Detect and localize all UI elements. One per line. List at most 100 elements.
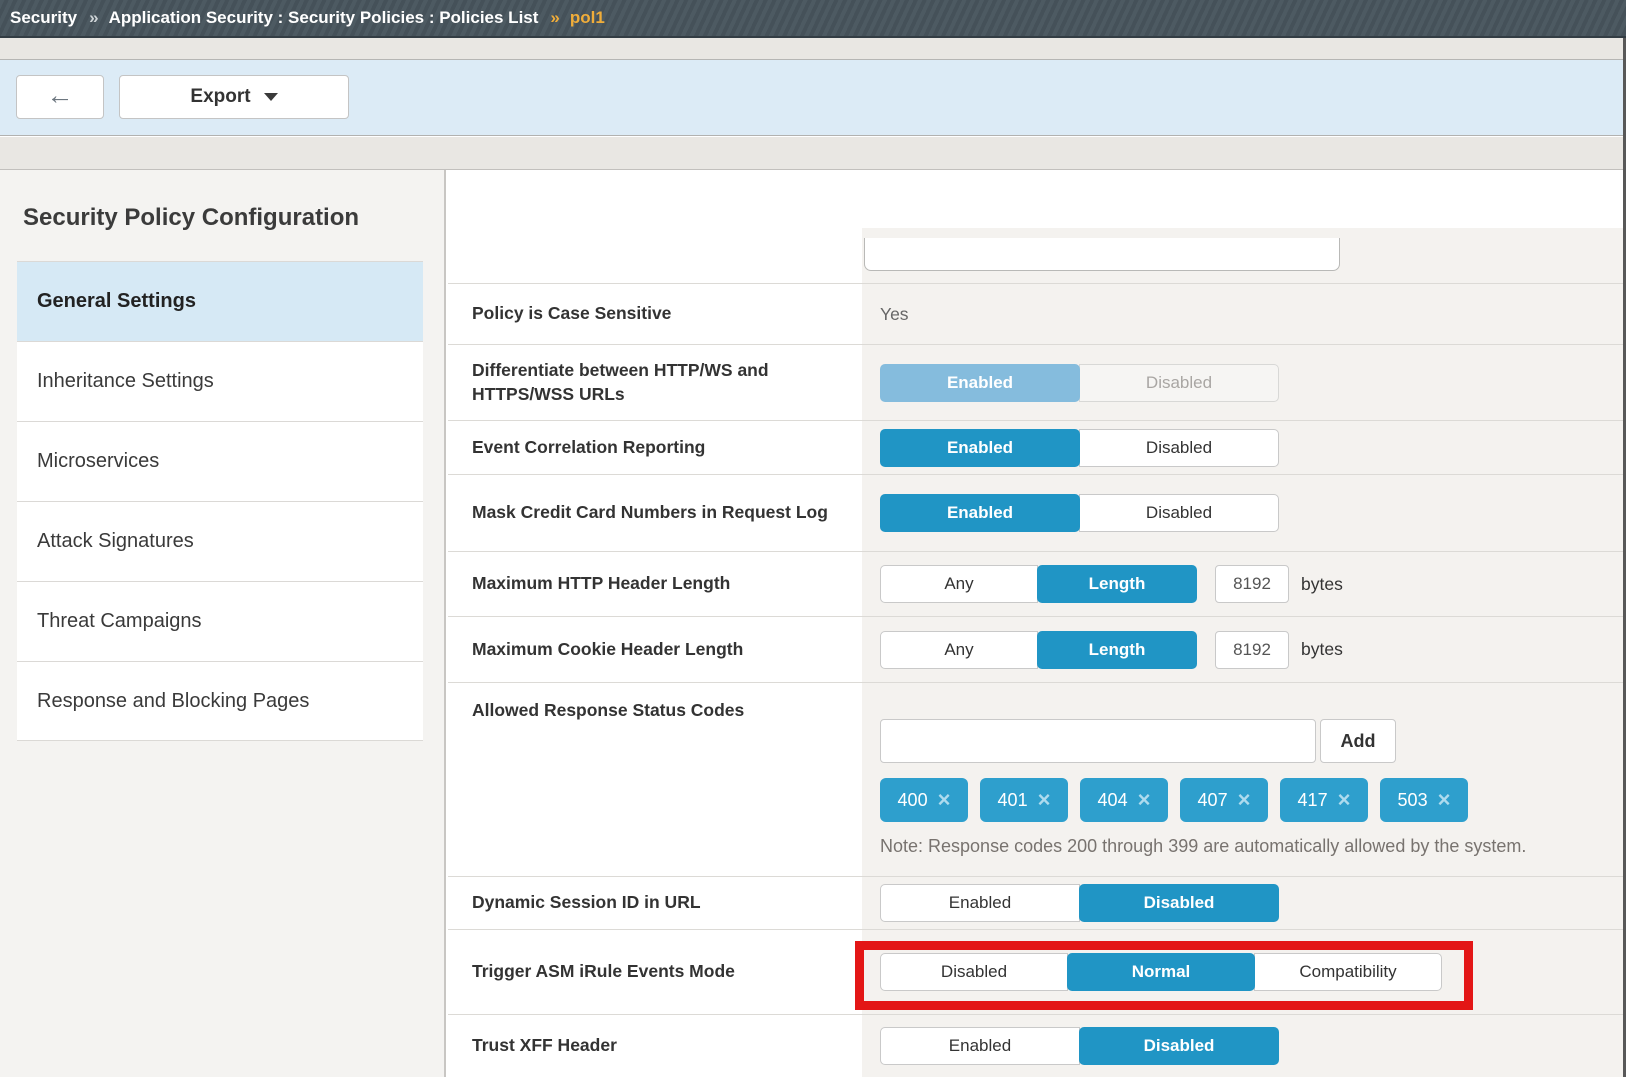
sidebar-item-threat-campaigns[interactable]: Threat Campaigns (17, 581, 423, 661)
status-codes-note: Note: Response codes 200 through 399 are… (880, 836, 1626, 857)
breadcrumb-current-item: pol1 (570, 8, 605, 28)
remove-code-icon[interactable]: × (1138, 789, 1151, 811)
chevron-down-icon (264, 93, 278, 101)
trust-xff-header-option-enabled[interactable]: Enabled (880, 1027, 1080, 1065)
status-code-value: 401 (998, 790, 1028, 811)
app-window: Security » Application Security : Securi… (0, 0, 1626, 1077)
event-correlation-reporting-option-enabled[interactable]: Enabled (880, 429, 1080, 467)
max-cookie-header-length-option-any[interactable]: Any (880, 631, 1038, 669)
differentiate-http-ws-option-enabled[interactable]: Enabled (880, 364, 1080, 402)
setting-label: Trust XFF Header (472, 1034, 617, 1058)
trust-xff-header-segmented-control: EnabledDisabled (880, 1027, 1279, 1065)
max-cookie-header-length-unit-label: bytes (1301, 639, 1343, 660)
sidebar-item-label: Inheritance Settings (37, 370, 214, 393)
remove-code-icon[interactable]: × (1038, 789, 1051, 811)
max-http-header-length-segmented-control: AnyLength (880, 565, 1197, 603)
differentiate-http-ws-option-disabled[interactable]: Disabled (1079, 364, 1279, 402)
setting-label: Maximum Cookie Header Length (472, 638, 743, 662)
content-area: Security Policy Configuration General Se… (0, 170, 1626, 1077)
sidebar-item-label: Attack Signatures (37, 530, 194, 553)
trust-xff-header-option-disabled[interactable]: Disabled (1079, 1027, 1279, 1065)
export-button-label: Export (190, 86, 250, 108)
remove-code-icon[interactable]: × (1238, 789, 1251, 811)
max-http-header-length-unit-label: bytes (1301, 574, 1343, 595)
spacer-band (0, 38, 1626, 60)
settings-panel: Policy is Case Sensitive Yes Differentiate… (448, 170, 1626, 1077)
max-http-header-length-bytes-input[interactable] (1215, 565, 1289, 603)
sidebar-item-label: Microservices (37, 450, 159, 473)
setting-value: Yes (880, 304, 909, 325)
back-button[interactable]: ← (16, 75, 104, 119)
setting-label: Maximum HTTP Header Length (472, 572, 730, 596)
breadcrumb: Security » Application Security : Securi… (0, 0, 1626, 38)
trigger-asm-irule-events-mode-option-compatibility[interactable]: Compatibility (1254, 953, 1442, 991)
setting-row-event-correlation-reporting: Event Correlation Reporting EnabledDisabl… (448, 420, 1626, 474)
setting-row-mask-credit-card-numbers: Mask Credit Card Numbers in Request Log E… (448, 474, 1626, 551)
status-code-tag[interactable]: 400 × (880, 778, 968, 822)
breadcrumb-separator-icon: » (89, 8, 96, 28)
mask-credit-card-numbers-segmented-control: EnabledDisabled (880, 494, 1279, 532)
sidebar-item-attack-signatures[interactable]: Attack Signatures (17, 501, 423, 581)
spacer-band (0, 137, 1626, 170)
dynamic-session-id-in-url-option-disabled[interactable]: Disabled (1079, 884, 1279, 922)
status-code-value: 404 (1098, 790, 1128, 811)
sidebar-item-inheritance-settings[interactable]: Inheritance Settings (17, 341, 423, 421)
status-code-tags: 400×401×404×407×417×503× (880, 778, 1626, 822)
setting-label: Event Correlation Reporting (472, 436, 705, 460)
sidebar-item-label: General Settings (37, 290, 196, 313)
mask-credit-card-numbers-option-disabled[interactable]: Disabled (1079, 494, 1279, 532)
setting-label: Mask Credit Card Numbers in Request Log (472, 501, 828, 525)
trigger-asm-irule-events-mode-segmented-control: DisabledNormalCompatibility (880, 953, 1442, 991)
max-http-header-length-option-any[interactable]: Any (880, 565, 1038, 603)
export-button[interactable]: Export (119, 75, 349, 119)
settings-rows: Policy is Case Sensitive Yes Differentiate… (448, 283, 1626, 1077)
mask-credit-card-numbers-option-enabled[interactable]: Enabled (880, 494, 1080, 532)
trigger-asm-irule-events-mode-option-disabled[interactable]: Disabled (880, 953, 1068, 991)
max-http-header-length-option-length[interactable]: Length (1037, 565, 1197, 603)
differentiate-http-ws-segmented-control: EnabledDisabled (880, 364, 1279, 402)
breadcrumb-section[interactable]: Security (10, 8, 77, 28)
back-arrow-icon: ← (47, 80, 74, 111)
status-code-value: 400 (898, 790, 928, 811)
breadcrumb-separator-icon: » (550, 8, 557, 28)
setting-label: Policy is Case Sensitive (472, 302, 671, 326)
sidebar-menu: General Settings Inheritance Settings Micr… (17, 261, 423, 741)
setting-row-max-http-header-length: Maximum HTTP Header Length AnyLength bytes (448, 551, 1626, 616)
sidebar-item-microservices[interactable]: Microservices (17, 421, 423, 501)
breadcrumb-path[interactable]: Application Security : Security Policies… (109, 8, 539, 28)
status-code-value: 503 (1398, 790, 1428, 811)
setting-row-max-cookie-header-length: Maximum Cookie Header Length AnyLength byt… (448, 616, 1626, 682)
sidebar-title: Security Policy Configuration (23, 204, 359, 232)
status-code-value: 407 (1198, 790, 1228, 811)
status-code-tag[interactable]: 417× (1280, 778, 1368, 822)
setting-row-differentiate-http-ws: Differentiate between HTTP/WS and HTTPS/… (448, 344, 1626, 420)
add-code-button[interactable]: Add (1320, 719, 1396, 763)
setting-row-dynamic-session-id-in-url: Dynamic Session ID in URL EnabledDisabled (448, 876, 1626, 929)
status-code-tag[interactable]: 503 × (1380, 778, 1468, 822)
sidebar-item-general-settings[interactable]: General Settings (17, 261, 423, 341)
status-code-tag[interactable]: 401 × (980, 778, 1068, 822)
setting-label: Differentiate between HTTP/WS and HTTPS/… (472, 359, 832, 406)
event-correlation-reporting-option-disabled[interactable]: Disabled (1079, 429, 1279, 467)
scrolled-input-partial[interactable] (864, 238, 1340, 271)
status-code-tag[interactable]: 404 × (1080, 778, 1168, 822)
setting-row-policy-case-sensitive: Policy is Case Sensitive Yes (448, 283, 1626, 344)
setting-label: Allowed Response Status Codes (472, 699, 744, 723)
sidebar-item-label: Threat Campaigns (37, 610, 202, 633)
status-code-tag[interactable]: 407 × (1180, 778, 1268, 822)
trigger-asm-irule-events-mode-option-normal[interactable]: Normal (1067, 953, 1255, 991)
max-cookie-header-length-bytes-input[interactable] (1215, 631, 1289, 669)
setting-row-allowed-response-status-codes: Allowed Response Status Codes Add 400 × 401 ×… (448, 682, 1626, 876)
sidebar-item-label: Response and Blocking Pages (37, 690, 309, 713)
setting-label: Dynamic Session ID in URL (472, 891, 701, 915)
setting-label: Trigger ASM iRule Events Mode (472, 960, 735, 984)
remove-code-icon[interactable]: × (1438, 789, 1451, 811)
sidebar-item-response-and-blocking-pages[interactable]: Response and Blocking Pages (17, 661, 423, 741)
status-code-input[interactable] (880, 719, 1316, 763)
toolbar: ← Export (0, 60, 1626, 136)
dynamic-session-id-in-url-option-enabled[interactable]: Enabled (880, 884, 1080, 922)
remove-code-icon[interactable]: × (1338, 789, 1351, 811)
remove-code-icon[interactable]: × (938, 789, 951, 811)
max-cookie-header-length-option-length[interactable]: Length (1037, 631, 1197, 669)
max-cookie-header-length-segmented-control: AnyLength (880, 631, 1197, 669)
